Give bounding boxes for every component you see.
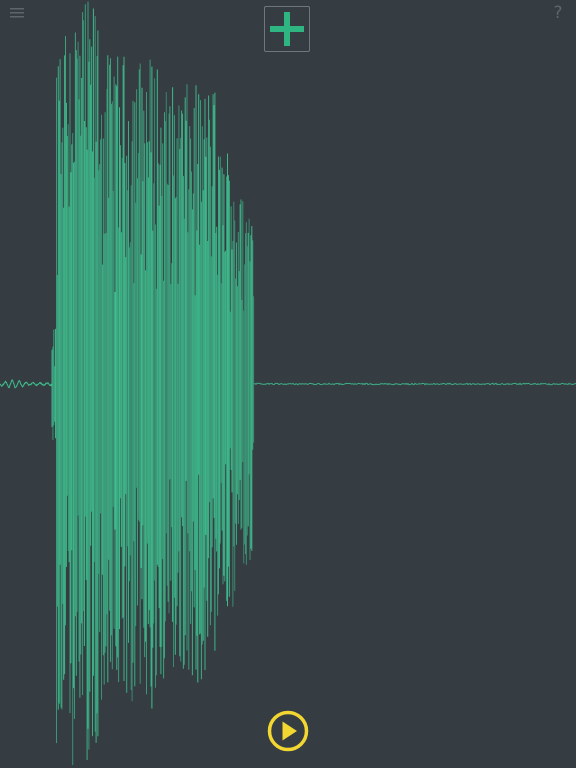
help-button[interactable]: ? [550, 2, 566, 24]
waveform-tail [253, 382, 576, 386]
play-circle-icon [267, 710, 309, 752]
app-root: ? [0, 0, 576, 768]
waveform-lead-in [0, 379, 53, 389]
menu-button[interactable] [8, 4, 28, 20]
audio-waveform [0, 1, 576, 766]
waveform-burst [51, 1, 255, 766]
add-button[interactable] [264, 6, 310, 52]
play-button[interactable] [266, 709, 310, 753]
plus-icon [270, 12, 304, 46]
hamburger-menu-icon [10, 8, 24, 18]
question-mark-icon: ? [553, 3, 563, 23]
